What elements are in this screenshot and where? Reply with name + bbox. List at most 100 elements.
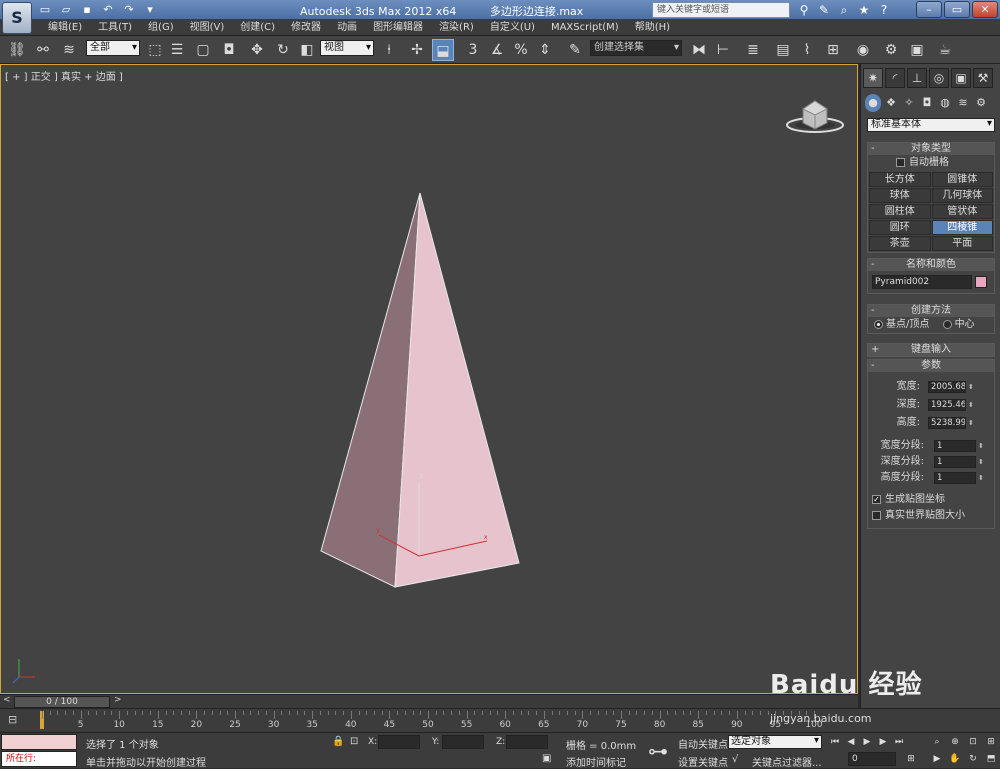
geometry-icon[interactable]: ● — [865, 94, 881, 112]
magnifier-icon[interactable]: ⌕ — [836, 2, 852, 18]
keyboard-entry-header[interactable]: + 键盘输入 — [868, 344, 994, 356]
autogrid-row[interactable]: 自动栅格 — [868, 155, 994, 171]
height-segs-field[interactable]: 1 — [934, 472, 976, 484]
helpers-icon[interactable]: ◍ — [937, 94, 953, 112]
primitive-button-5[interactable]: 管状体 — [931, 204, 993, 219]
curve-editor-icon[interactable]: ⌇ — [796, 39, 818, 61]
align-icon[interactable]: ⊢ — [712, 39, 734, 61]
keyboard-shortcut-icon[interactable]: ⬓ — [432, 39, 454, 61]
menu-item-0[interactable]: 编辑(E) — [40, 21, 90, 35]
primitive-button-4[interactable]: 圆柱体 — [869, 204, 931, 219]
new-file-icon[interactable]: ▭ — [36, 2, 54, 18]
fov-icon[interactable]: ▶ — [930, 752, 944, 766]
pivot-icon[interactable]: ⍿ — [378, 39, 400, 61]
render-setup-icon[interactable]: ⚙ — [880, 39, 902, 61]
close-button[interactable]: ✕ — [972, 1, 998, 18]
menu-item-6[interactable]: 动画 — [329, 21, 365, 35]
maximize-button[interactable]: ▭ — [944, 1, 970, 18]
viewcube-icon[interactable] — [785, 95, 845, 135]
creation-method-header[interactable]: - 创建方法 — [868, 305, 994, 317]
open-file-icon[interactable]: ▱ — [57, 2, 75, 18]
set-key-button[interactable]: 设置关键点 — [678, 754, 728, 769]
scale-icon[interactable]: ◧ — [296, 39, 318, 61]
motion-tab-icon[interactable]: ◎ — [929, 68, 949, 88]
primitive-button-8[interactable]: 茶壶 — [869, 236, 931, 251]
snap-3d-icon[interactable]: 3 — [462, 39, 484, 61]
autogrid-checkbox[interactable] — [896, 157, 905, 167]
key-icon[interactable]: ⊶ — [648, 739, 668, 763]
menu-item-10[interactable]: MAXScript(M) — [543, 21, 627, 35]
primitive-button-6[interactable]: 圆环 — [869, 220, 931, 235]
zoom-icon[interactable]: ⌕ — [930, 735, 944, 749]
utilities-tab-icon[interactable]: ⚒ — [973, 68, 993, 88]
create-tab-icon[interactable]: ✷ — [863, 68, 883, 88]
menu-item-5[interactable]: 修改器 — [283, 21, 329, 35]
primitive-button-2[interactable]: 球体 — [869, 188, 931, 203]
zoom-extents-all-icon[interactable]: ⊞ — [984, 735, 998, 749]
abs-mode-icon[interactable]: ⊡ — [350, 736, 358, 747]
select-by-name-icon[interactable]: ☰ — [166, 39, 188, 61]
lights-icon[interactable]: ✧ — [901, 94, 917, 112]
undo-icon[interactable]: ↶ — [99, 2, 117, 18]
save-file-icon[interactable]: ▪ — [78, 2, 96, 18]
width-field[interactable]: 2005.685 — [928, 381, 966, 393]
menu-item-2[interactable]: 组(G) — [140, 21, 182, 35]
goto-end-icon[interactable]: ⏭ — [892, 735, 906, 749]
depth-field[interactable]: 1925.464 — [928, 399, 966, 411]
tools-icon[interactable]: ✎ — [816, 2, 832, 18]
minimize-button[interactable]: – — [916, 1, 942, 18]
lock-icon[interactable]: 🔒 — [332, 736, 344, 747]
unlink-icon[interactable]: ⚯ — [32, 39, 54, 61]
object-type-header[interactable]: - 对象类型 — [868, 143, 994, 155]
maximize-viewport-icon[interactable]: ⬒ — [984, 752, 998, 766]
gen-mapping-row[interactable]: ✓ 生成贴图坐标 — [868, 492, 994, 508]
render-teapot-icon[interactable]: ☕ — [934, 39, 956, 61]
move-icon[interactable]: ✥ — [246, 39, 268, 61]
parameters-header[interactable]: - 参数 — [868, 360, 994, 372]
menu-item-7[interactable]: 图形编辑器 — [365, 21, 431, 35]
spinner-snap-icon[interactable]: ⇕ — [534, 39, 556, 61]
named-selection-select[interactable]: 创建选择集 — [590, 40, 682, 56]
key-filters-icon[interactable]: √ — [732, 754, 738, 765]
dropdown-icon[interactable]: ▾ — [141, 2, 159, 18]
gen-mapping-checkbox[interactable]: ✓ — [872, 494, 881, 504]
modify-tab-icon[interactable]: ◜ — [885, 68, 905, 88]
center-radio[interactable] — [942, 319, 952, 329]
select-object-icon[interactable]: ⬚ — [144, 39, 166, 61]
name-color-header[interactable]: - 名称和颜色 — [868, 259, 994, 271]
menu-item-11[interactable]: 帮助(H) — [627, 21, 678, 35]
search-input[interactable]: 键入关键字或短语 — [652, 2, 790, 18]
track-bar[interactable]: ⊟ 5 10 15 20 25 30 35 40 45 50 55 60 65 70 75 80 85 90 95 1… — [0, 708, 1000, 732]
time-slider[interactable]: 0 / 100 — [14, 696, 110, 708]
ref-coord-select[interactable]: 视图 — [320, 40, 374, 56]
hierarchy-tab-icon[interactable]: ⊥ — [907, 68, 927, 88]
rotate-icon[interactable]: ↻ — [272, 39, 294, 61]
key-filters-button[interactable]: 关键点过滤器... — [752, 754, 822, 769]
binoculars-icon[interactable]: ⚲ — [796, 2, 812, 18]
category-select[interactable]: 标准基本体 — [867, 118, 995, 132]
width-spinner[interactable]: ⬍ — [968, 381, 974, 393]
current-frame-field[interactable]: 0 — [848, 752, 896, 766]
edit-named-sets-icon[interactable]: ✎ — [564, 39, 586, 61]
height-spinner[interactable]: ⬍ — [968, 417, 974, 429]
selection-filter-select[interactable]: 全部 — [86, 40, 140, 56]
real-world-checkbox[interactable] — [872, 510, 881, 520]
z-coord-field[interactable] — [506, 735, 548, 749]
graphite-icon[interactable]: ▤ — [772, 39, 794, 61]
curve-editor-mini-icon[interactable]: ⊟ — [8, 713, 17, 726]
depth-spinner[interactable]: ⬍ — [968, 399, 974, 411]
window-crossing-icon[interactable]: ◘ — [218, 39, 240, 61]
manipulate-icon[interactable]: ✢ — [406, 39, 428, 61]
key-mode-select[interactable]: 选定对象 — [728, 735, 822, 749]
menu-item-4[interactable]: 创建(C) — [232, 21, 283, 35]
width-segs-field[interactable]: 1 — [934, 440, 976, 452]
perspective-viewport[interactable]: [ + ] 正交 ] 真实 + 边面 ] z x y — [0, 64, 858, 694]
angle-snap-icon[interactable]: ∡ — [486, 39, 508, 61]
display-tab-icon[interactable]: ▣ — [951, 68, 971, 88]
time-tag-icon[interactable]: ▣ — [542, 753, 551, 764]
depth-segs-spinner[interactable]: ⬍ — [978, 456, 984, 468]
systems-icon[interactable]: ⚙ — [973, 94, 989, 112]
link-icon[interactable]: ⛓ — [6, 39, 28, 61]
height-field[interactable]: 5238.991 — [928, 417, 966, 429]
width-segs-spinner[interactable]: ⬍ — [978, 440, 984, 452]
